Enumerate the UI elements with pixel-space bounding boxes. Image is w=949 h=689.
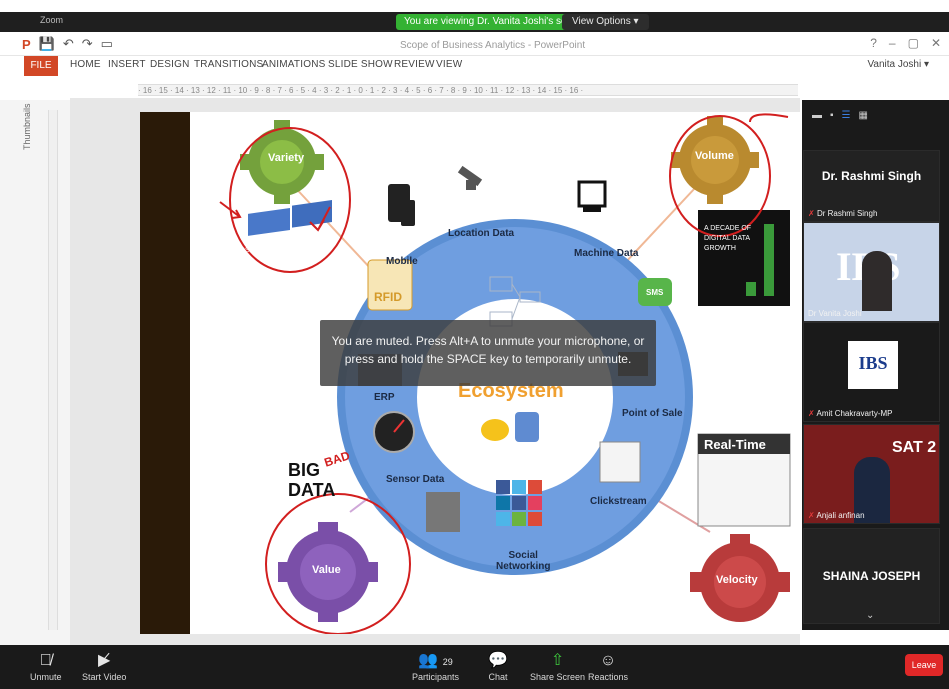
save-icon[interactable]: 💾 (39, 36, 55, 52)
participant-tile-logo[interactable]: IBS ✗ Amit Chakravarty-MP (803, 322, 940, 422)
previous-slide-edge (140, 112, 190, 634)
tile3-name-text: Amit Chakravarty-MP (816, 409, 893, 418)
participants-label: Participants (412, 672, 460, 682)
quick-access-toolbar: P 💾 ↶ ↷ ▭ (22, 36, 113, 52)
location-data-label: Location Data (448, 228, 515, 239)
muted-mic-icon: ✗ (808, 409, 815, 418)
undo-icon[interactable]: ↶ (63, 36, 74, 52)
thumbnail-view-icon[interactable]: ▪ (830, 110, 834, 121)
scroll-down-icon[interactable]: ⌄ (866, 610, 874, 621)
participant-tile-host[interactable]: Dr. Rashmi Singh ✗ Dr Rashmi Singh (803, 150, 940, 222)
sms-label: SMS (646, 288, 664, 297)
horizontal-ruler: · 16 · 15 · 14 · 13 · 12 · 11 · 10 · 9 ·… (138, 84, 798, 96)
tab-view[interactable]: VIEW (436, 59, 462, 70)
tile4-name: ✗ Anjali anfinan (808, 511, 865, 520)
ppt-document-title: Scope of Business Analytics - PowerPoint (400, 40, 586, 51)
help-icon[interactable]: ? (870, 36, 877, 50)
tab-file[interactable]: FILE (24, 56, 58, 76)
reactions-icon: ☺ (599, 652, 617, 669)
zoom-window: Zoom You are viewing Dr. Vanita Joshi's … (0, 0, 949, 689)
realtime-label: Real-Time (704, 437, 766, 452)
speaker-view-icon[interactable]: ☰ (842, 110, 851, 121)
participant-tile-shaina[interactable]: SHAINA JOSEPH ⌄ (803, 528, 940, 624)
chat-label: Chat (488, 672, 508, 682)
chat-button[interactable]: 💬 Chat (488, 650, 508, 682)
value-gear-label: Value (312, 564, 341, 576)
volume-gear-label: Volume (695, 150, 734, 162)
thumbnails-pane[interactable] (0, 100, 70, 645)
thumbnails-label: Thumbnails (22, 103, 32, 150)
start-from-beginning-icon[interactable]: ▭ (101, 36, 113, 52)
point-of-sale-label: Point of Sale (622, 408, 683, 419)
muted-mic-icon: ✗ (808, 511, 815, 520)
muted-notification: You are muted. Press Alt+A to unmute you… (320, 320, 656, 386)
maximize-icon[interactable]: ▢ (908, 36, 919, 50)
sat-banner: SAT 2 (892, 439, 937, 456)
tab-animations[interactable]: ANIMATIONS (262, 59, 325, 70)
social-networking-label: Social Networking (496, 550, 551, 572)
participants-button[interactable]: 👥 29 Participants (412, 650, 459, 682)
unmute-button[interactable]: 🎙̸ Unmute (30, 650, 62, 682)
video-off-icon: ▶̸ (98, 652, 111, 669)
tab-slide-show[interactable]: SLIDE SHOW (328, 59, 393, 70)
minimize-gallery-icon[interactable]: ▬ (812, 110, 822, 121)
chat-icon: 💬 (488, 652, 508, 669)
tab-transitions[interactable]: TRANSITIONS (194, 59, 263, 70)
decade-growth-label: A DECADE OF DIGITAL DATA GROWTH (704, 225, 752, 252)
tile3-name: ✗ Amit Chakravarty-MP (808, 409, 893, 418)
tab-home[interactable]: HOME (70, 59, 101, 70)
minimize-icon[interactable]: – (889, 36, 896, 50)
tile1-name: Dr Vanita Joshi (808, 309, 862, 318)
structured-box-label: Structured (245, 247, 278, 254)
tab-insert[interactable]: INSERT (108, 59, 146, 70)
muted-microphone-icon: 🎙̸ (39, 652, 52, 669)
participant-tile-video-2[interactable]: SAT 2 ✗ Anjali anfinan (803, 424, 940, 524)
clickstream-label: Clickstream (590, 496, 647, 507)
participant-tile-video-1[interactable]: IBS Dr Vanita Joshi (803, 222, 940, 322)
window-controls: ? – ▢ ✕ (870, 36, 941, 50)
muted-notification-line1: You are muted. Press Alt+A to unmute you… (331, 334, 645, 348)
erp-label: ERP (374, 392, 395, 403)
view-options-button[interactable]: View Options ▾ (562, 14, 649, 30)
redo-icon[interactable]: ↷ (82, 36, 93, 52)
start-video-button[interactable]: ▶̸ Start Video (82, 650, 126, 682)
host-name: Dr. Rashmi Singh (821, 169, 922, 183)
signed-in-user[interactable]: Vanita Joshi ▾ (867, 59, 929, 70)
muted-notification-line2: press and hold the SPACE key to temporar… (344, 352, 632, 366)
ibs-logo: IBS (848, 341, 898, 389)
host-sub-label: ✗ Dr Rashmi Singh (808, 209, 877, 218)
tab-review[interactable]: REVIEW (394, 59, 435, 70)
share-screen-button[interactable]: ⇧ Share Screen (530, 650, 585, 682)
share-screen-label: Share Screen (530, 672, 586, 682)
start-video-label: Start Video (82, 672, 127, 682)
gallery-grid-icon[interactable]: ▦ (859, 110, 868, 121)
tab-design[interactable]: DESIGN (150, 59, 190, 70)
zoom-window-title: Zoom (40, 15, 64, 25)
reactions-label: Reactions (588, 672, 629, 682)
tile4-name-text: Anjali anfinan (816, 511, 865, 520)
velocity-gear-label: Velocity (716, 574, 758, 586)
vertical-ruler (48, 110, 58, 630)
rfid-label: RFID (374, 290, 402, 304)
machine-data-label: Machine Data (574, 248, 639, 259)
participants-count: 29 (442, 657, 453, 667)
mobile-label: Mobile (386, 256, 418, 267)
shaina-name: SHAINA JOSEPH (822, 569, 921, 583)
reactions-button[interactable]: ☺ Reactions (588, 650, 628, 682)
share-screen-icon: ⇧ (550, 652, 565, 669)
close-icon[interactable]: ✕ (931, 36, 941, 50)
sensor-data-label: Sensor Data (386, 474, 445, 485)
participants-icon: 👥 29 (418, 652, 453, 669)
muted-mic-icon: ✗ (808, 209, 815, 218)
participant-avatar (862, 251, 892, 311)
gallery-controls: ▬ ▪ ☰ ▦ (802, 100, 949, 130)
powerpoint-logo-icon: P (22, 36, 31, 52)
unmute-label: Unmute (30, 672, 62, 682)
zoom-meeting-toolbar (0, 645, 949, 689)
host-sub-name: Dr Rashmi Singh (816, 209, 878, 218)
leave-button[interactable]: Leave (905, 654, 943, 676)
variety-gear-label: Variety (268, 152, 305, 164)
